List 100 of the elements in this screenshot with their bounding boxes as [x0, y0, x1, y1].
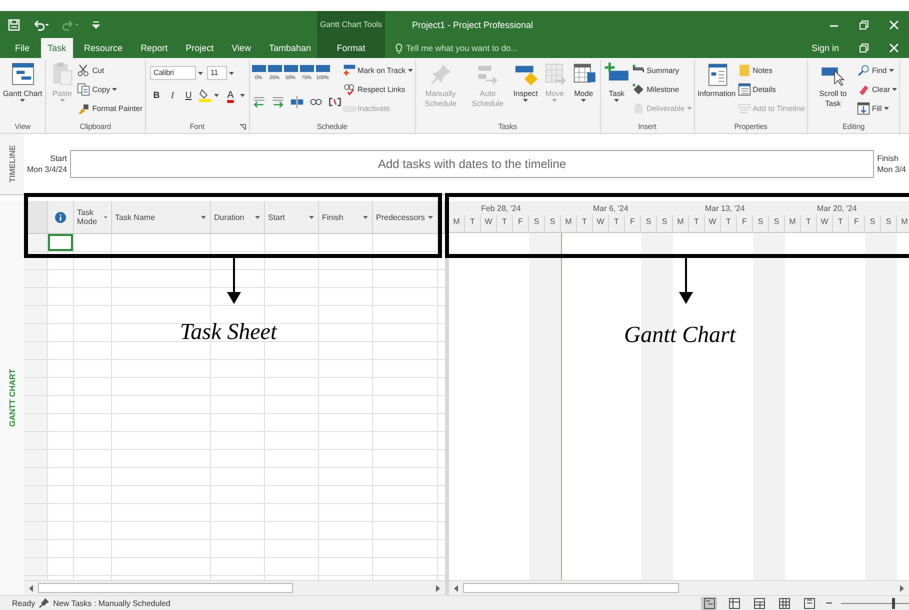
ribbon-tab[interactable]: Project [178, 38, 221, 58]
ribbon-tab[interactable]: Format [317, 38, 385, 58]
day-label: F [625, 215, 641, 233]
filter-caret-icon[interactable] [201, 216, 206, 218]
tell-me-field[interactable]: Tell me what you want to do... [406, 43, 518, 53]
ribbon-tab[interactable]: Report [134, 38, 175, 58]
scroll-left-icon[interactable] [452, 584, 461, 592]
context-tab-title: Gantt Chart Tools [320, 20, 382, 29]
day-label: S [641, 215, 657, 233]
row-header-column[interactable] [24, 234, 48, 580]
note-icon [738, 64, 751, 76]
fill-down-icon [856, 102, 870, 114]
caret-icon[interactable] [214, 94, 218, 96]
scrollbar-thumb[interactable] [463, 583, 679, 593]
font-color-button[interactable]: A [224, 88, 238, 102]
caret-icon [112, 88, 117, 90]
brush-icon [77, 102, 90, 114]
status-text: Ready [12, 598, 36, 608]
ribbon-display-icon[interactable] [859, 43, 869, 53]
day-label: S [753, 215, 769, 233]
info-icon [55, 212, 66, 222]
sign-in-link[interactable]: Sign in [811, 43, 839, 53]
finish-date: Mon 3/4 [877, 164, 906, 175]
down-arrow [679, 258, 693, 304]
week-label: Mar 13, '24 [705, 204, 745, 213]
caret-icon [60, 99, 65, 102]
zoom-out-icon[interactable] [826, 600, 832, 606]
selected-cell[interactable] [48, 234, 73, 251]
day-label: W [481, 215, 497, 233]
filter-caret-icon[interactable] [428, 216, 433, 218]
scrollbar-thumb[interactable] [38, 583, 294, 593]
dialog-launcher-icon[interactable] [240, 124, 246, 130]
italic-button[interactable]: I [166, 88, 180, 102]
ribbon-tab[interactable]: File [8, 38, 37, 58]
day-label: F [513, 215, 529, 233]
table-icon [738, 82, 751, 96]
indent-icon[interactable] [270, 95, 284, 109]
link-icon [342, 82, 356, 96]
ribbon-tab[interactable]: Task [40, 38, 74, 58]
close-icon[interactable] [889, 43, 899, 53]
filter-caret-icon[interactable] [255, 216, 260, 218]
filter-caret-icon[interactable] [309, 216, 314, 218]
scissors-icon [77, 64, 90, 76]
day-label: S [657, 215, 673, 233]
day-label: S [881, 215, 897, 233]
caret-icon[interactable] [228, 72, 234, 74]
day-label: S [529, 215, 545, 233]
column-header[interactable]: Task Mode [74, 201, 112, 233]
save-icon[interactable] [8, 18, 20, 30]
scroll-left-icon[interactable] [27, 584, 36, 592]
week-label: Mar 20, '24 [817, 204, 857, 213]
pin-icon [39, 598, 50, 608]
day-label: S [865, 215, 881, 233]
ribbon-tab[interactable]: Resource [77, 38, 130, 58]
undo-icon[interactable] [32, 18, 50, 30]
planner-view-icon[interactable] [751, 596, 767, 610]
caret-icon [581, 99, 586, 102]
zoom-slider[interactable] [892, 598, 895, 608]
underline-button[interactable]: U [182, 88, 196, 102]
report-view-icon[interactable] [801, 596, 817, 610]
outdent-icon[interactable] [252, 95, 266, 109]
caret-icon[interactable] [198, 72, 202, 74]
ribbon-tab[interactable]: View [224, 38, 258, 58]
caret-icon [20, 99, 26, 102]
timeline-bar[interactable]: Add tasks with dates to the timeline [70, 150, 874, 178]
gantt-view-icon[interactable] [701, 596, 717, 610]
unlink-icon[interactable] [328, 95, 342, 109]
close-icon[interactable] [889, 20, 899, 30]
column-header[interactable]: Finish [319, 201, 373, 233]
caret-icon [884, 106, 889, 110]
restore-icon[interactable] [859, 20, 869, 30]
column-header[interactable]: Predecessors [373, 201, 438, 233]
column-header[interactable]: Start [265, 201, 319, 233]
ribbon-tab[interactable]: Tambahan [262, 38, 318, 58]
day-label: T [689, 215, 705, 233]
week-label: Feb 28, '24 [481, 204, 521, 213]
start-date: Mon 3/4/24 [27, 164, 68, 175]
day-label: M [785, 215, 801, 233]
sheet-view-icon[interactable] [776, 596, 792, 610]
caret-icon [888, 68, 894, 72]
column-header[interactable]: Task Name [112, 201, 211, 233]
week-label: Mar 6, '24 [593, 204, 628, 213]
day-label: M [561, 215, 577, 233]
scroll-right-icon[interactable] [897, 584, 906, 592]
chart-icon [10, 61, 36, 87]
split-icon[interactable] [290, 95, 304, 109]
highlight-icon[interactable] [198, 88, 212, 102]
day-label: T [497, 215, 513, 233]
column-header[interactable]: Duration [211, 201, 265, 233]
filter-caret-icon[interactable] [363, 216, 368, 218]
caret-icon[interactable] [240, 94, 244, 96]
scroll-right-icon[interactable] [433, 584, 442, 592]
eraser-icon [856, 82, 870, 96]
annotation-label: Task Sheet [180, 319, 277, 345]
usage-view-icon[interactable] [726, 596, 742, 610]
customize-icon[interactable] [92, 20, 100, 30]
filter-caret-icon[interactable] [104, 216, 107, 218]
bold-button[interactable]: B [150, 88, 164, 102]
task-mode-status[interactable]: New Tasks : Manually Scheduled [53, 598, 170, 608]
day-label: T [833, 215, 849, 233]
